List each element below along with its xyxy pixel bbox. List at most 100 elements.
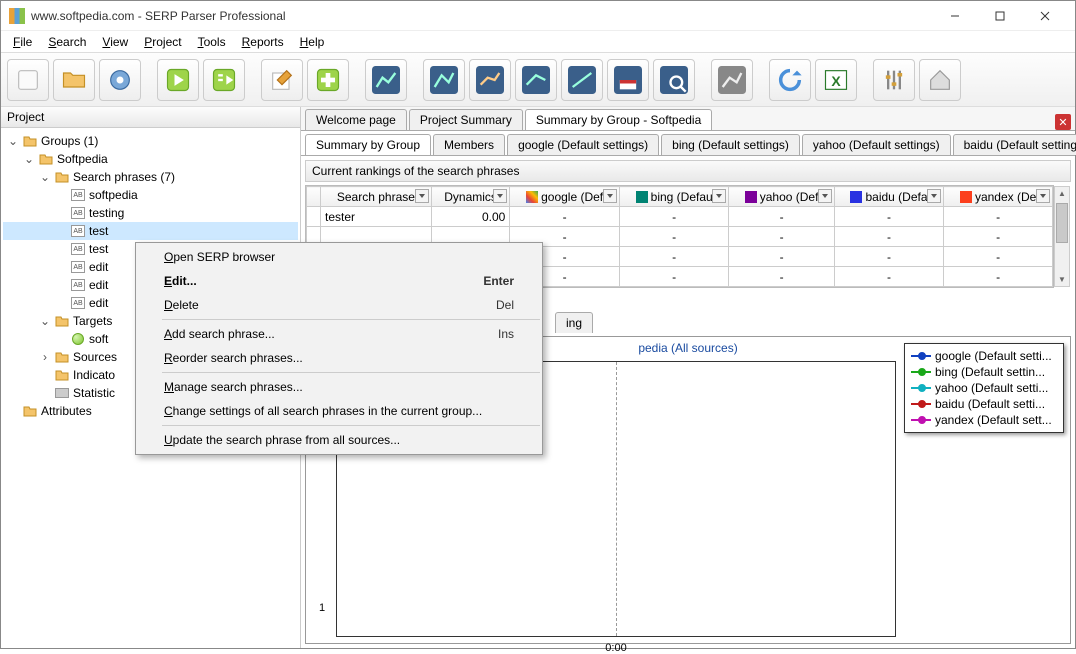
tree-node-softpedia[interactable]: ⌄Softpedia xyxy=(3,150,298,168)
tree-phrase-testing[interactable]: ABtesting xyxy=(3,204,298,222)
refresh-button[interactable] xyxy=(769,59,811,101)
add-button[interactable] xyxy=(307,59,349,101)
dropdown-icon[interactable] xyxy=(818,189,832,203)
menu-search[interactable]: Search xyxy=(40,33,94,51)
chart-zoom-button[interactable] xyxy=(653,59,695,101)
inner-tab-members[interactable]: Members xyxy=(433,134,505,155)
sliders-button[interactable] xyxy=(873,59,915,101)
inner-tab-bing[interactable]: bing (Default settings) xyxy=(661,134,800,155)
chart-legend: google (Default setti... bing (Default s… xyxy=(904,343,1064,433)
chart5-button[interactable] xyxy=(561,59,603,101)
chart2-button[interactable] xyxy=(423,59,465,101)
title-bar: www.softpedia.com - SERP Parser Professi… xyxy=(1,1,1075,31)
chart1-button[interactable] xyxy=(365,59,407,101)
close-button[interactable] xyxy=(1022,2,1067,30)
dropdown-icon[interactable] xyxy=(712,189,726,203)
export-excel-button[interactable]: X xyxy=(815,59,857,101)
inner-tab-yahoo[interactable]: yahoo (Default settings) xyxy=(802,134,951,155)
menu-project[interactable]: Project xyxy=(136,33,189,51)
ctx-manage-search-phrases[interactable]: Manage search phrases... xyxy=(136,375,542,399)
ctx-separator xyxy=(162,425,540,426)
tab-project-summary[interactable]: Project Summary xyxy=(409,109,523,130)
x-tick: 0:00 xyxy=(605,642,626,654)
grey-chart-button[interactable] xyxy=(711,59,753,101)
col-yahoo[interactable]: yahoo (Def xyxy=(729,187,834,207)
chart3-button[interactable] xyxy=(469,59,511,101)
chart4-button[interactable] xyxy=(515,59,557,101)
menu-tools[interactable]: Tools xyxy=(190,33,234,51)
new-project-button[interactable] xyxy=(7,59,49,101)
ctx-separator xyxy=(162,319,540,320)
target-icon xyxy=(72,333,84,345)
dropdown-icon[interactable] xyxy=(603,189,617,203)
inner-tab-google[interactable]: google (Default settings) xyxy=(507,134,659,155)
tree-phrase-softpedia[interactable]: ABsoftpedia xyxy=(3,186,298,204)
ctx-change-settings-all[interactable]: Change settings of all search phrases in… xyxy=(136,399,542,423)
menu-file[interactable]: File xyxy=(5,33,40,51)
row-selector-header[interactable] xyxy=(307,187,321,207)
grid-scrollbar[interactable] xyxy=(1054,186,1070,287)
table-row[interactable]: tester0.00----- xyxy=(307,207,1053,227)
scroll-thumb[interactable] xyxy=(1056,203,1068,243)
ctx-reorder-search-phrases[interactable]: Reorder search phrases... xyxy=(136,346,542,370)
edit-notes-button[interactable] xyxy=(261,59,303,101)
inner-tab-summary[interactable]: Summary by Group xyxy=(305,134,431,155)
ctx-add-search-phrase[interactable]: Add search phrase...Ins xyxy=(136,322,542,346)
run-button[interactable] xyxy=(157,59,199,101)
dropdown-icon[interactable] xyxy=(927,189,941,203)
sidebar-header: Project xyxy=(1,107,300,128)
statistics-icon xyxy=(55,388,69,398)
y-tick: 1 xyxy=(319,602,325,614)
phrase-icon: AB xyxy=(71,261,85,273)
phrase-icon: AB xyxy=(71,297,85,309)
inner-tab-baidu[interactable]: baidu (Default settings) xyxy=(953,134,1076,155)
dropdown-icon[interactable] xyxy=(493,189,507,203)
phrase-icon: AB xyxy=(71,207,85,219)
maximize-button[interactable] xyxy=(977,2,1022,30)
grid-header-row: Search phrase Dynamics google (Def bing … xyxy=(307,187,1053,207)
settings-button[interactable] xyxy=(99,59,141,101)
phrase-icon: AB xyxy=(71,243,85,255)
legend-item: yahoo (Default setti... xyxy=(911,380,1057,396)
tree-node-search-phrases[interactable]: ⌄Search phrases (7) xyxy=(3,168,298,186)
chart-title: pedia (All sources) xyxy=(638,341,737,355)
legend-marker-icon xyxy=(911,355,931,357)
col-yandex[interactable]: yandex (De xyxy=(944,187,1053,207)
legend-marker-icon xyxy=(911,419,931,421)
menu-bar: File Search View Project Tools Reports H… xyxy=(1,31,1075,53)
legend-marker-icon xyxy=(911,387,931,389)
chart-tab-partial[interactable]: ing xyxy=(555,312,593,333)
run-list-button[interactable] xyxy=(203,59,245,101)
tab-summary-by-group[interactable]: Summary by Group - Softpedia xyxy=(525,109,712,130)
col-bing[interactable]: bing (Defau xyxy=(619,187,729,207)
calendar-chart-button[interactable] xyxy=(607,59,649,101)
col-baidu[interactable]: baidu (Defa xyxy=(834,187,944,207)
close-tab-button[interactable]: ✕ xyxy=(1055,114,1071,130)
col-google[interactable]: google (Def xyxy=(510,187,620,207)
tree-node-groups[interactable]: ⌄Groups (1) xyxy=(3,132,298,150)
open-folder-button[interactable] xyxy=(53,59,95,101)
baidu-icon xyxy=(850,191,862,203)
ctx-open-serp-browser[interactable]: Open SERP browser xyxy=(136,245,542,269)
document-tabs: Welcome page Project Summary Summary by … xyxy=(301,107,1075,131)
menu-help[interactable]: Help xyxy=(292,33,333,51)
menu-reports[interactable]: Reports xyxy=(234,33,292,51)
toolbar: X xyxy=(1,53,1075,107)
google-icon xyxy=(526,191,538,203)
dropdown-icon[interactable] xyxy=(415,189,429,203)
tab-welcome[interactable]: Welcome page xyxy=(305,109,407,130)
menu-view[interactable]: View xyxy=(94,33,136,51)
phrase-icon: AB xyxy=(71,225,85,237)
window-title: www.softpedia.com - SERP Parser Professi… xyxy=(31,9,932,23)
svg-text:X: X xyxy=(831,72,841,88)
tree-phrase-test-selected[interactable]: ABtest xyxy=(3,222,298,240)
col-dynamics[interactable]: Dynamics xyxy=(431,187,510,207)
legend-item: google (Default setti... xyxy=(911,348,1057,364)
minimize-button[interactable] xyxy=(932,2,977,30)
dropdown-icon[interactable] xyxy=(1036,189,1050,203)
ctx-delete[interactable]: DeleteDel xyxy=(136,293,542,317)
ctx-update-search-phrase[interactable]: Update the search phrase from all source… xyxy=(136,428,542,452)
col-search-phrase[interactable]: Search phrase xyxy=(321,187,432,207)
ctx-edit[interactable]: Edit...Enter xyxy=(136,269,542,293)
home-button[interactable] xyxy=(919,59,961,101)
